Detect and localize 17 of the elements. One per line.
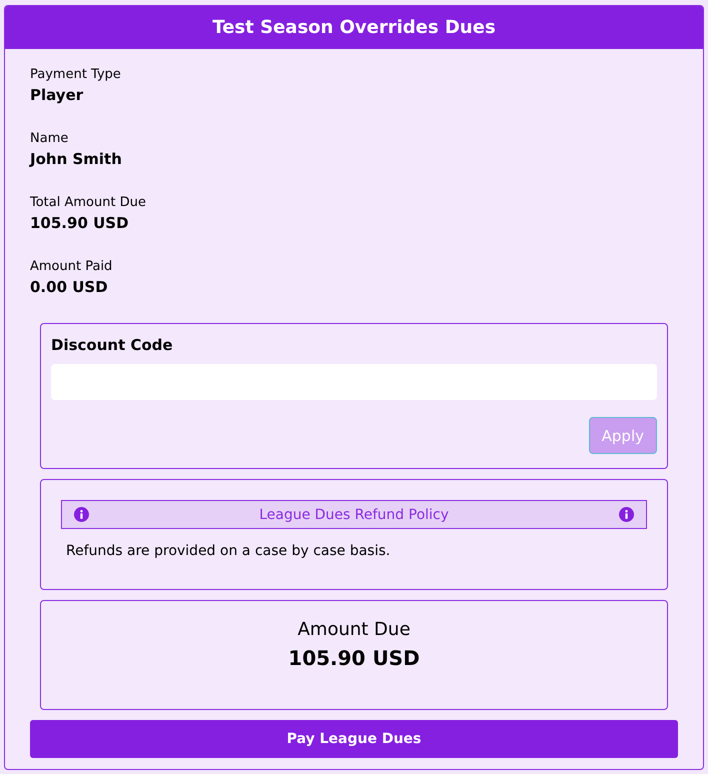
- field-label: Amount Paid: [30, 259, 112, 274]
- amount-due-label: Amount Due: [298, 619, 410, 640]
- field-label: Total Amount Due: [30, 195, 146, 210]
- field-label: Name: [30, 131, 68, 146]
- info-icon: [74, 507, 89, 522]
- info-icon: [618, 507, 634, 522]
- field-value: 105.90 USD: [30, 214, 129, 232]
- field-value: John Smith: [30, 150, 122, 168]
- amount-due-value: 105.90 USD: [288, 646, 420, 670]
- field-value: Player: [30, 86, 84, 104]
- discount-label: Discount Code: [51, 336, 173, 354]
- pay-button[interactable]: Pay League Dues: [30, 720, 678, 758]
- field-label: Payment Type: [30, 67, 121, 82]
- field-value: 0.00 USD: [30, 278, 108, 296]
- refund-policy-title: League Dues Refund Policy: [259, 506, 449, 522]
- dialog-title: Test Season Overrides Dues: [5, 6, 703, 49]
- refund-policy-text: Refunds are provided on a case by case basis.: [66, 543, 390, 559]
